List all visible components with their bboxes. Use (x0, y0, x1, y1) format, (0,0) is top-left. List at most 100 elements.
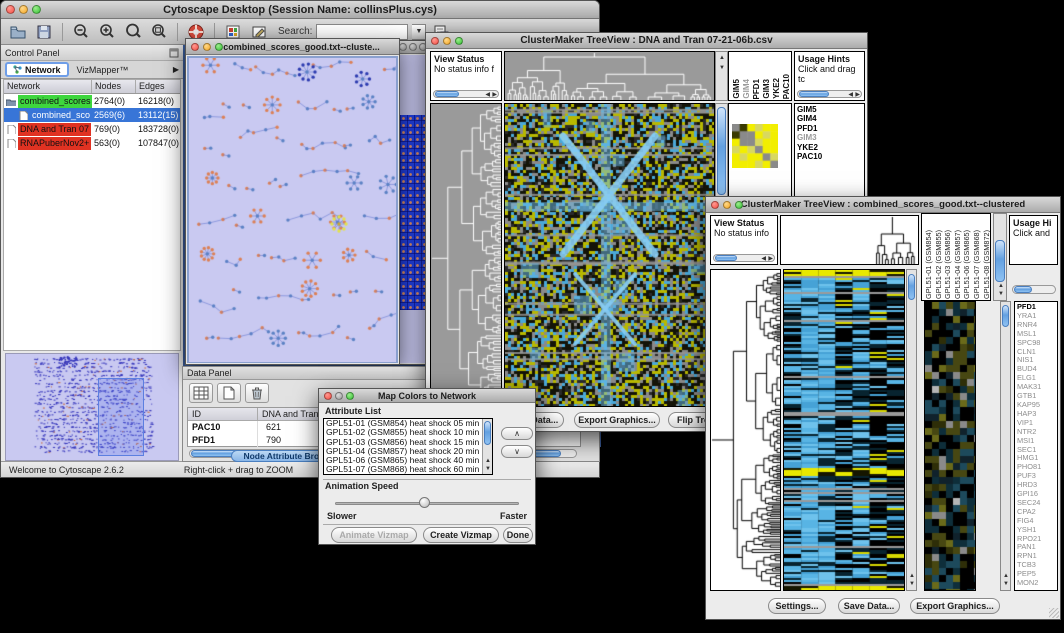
column-label[interactable]: GIM4 (742, 79, 751, 99)
tab-overflow-arrow[interactable]: ▶ (173, 65, 179, 74)
treeview1-row-dendrogram[interactable] (430, 103, 502, 407)
column-label[interactable]: GPL51-06 (GSM865) (962, 230, 972, 299)
zoom-window-icon[interactable] (32, 5, 41, 14)
column-label[interactable]: PFD1 (752, 79, 761, 99)
zoom-window-icon[interactable] (735, 201, 743, 209)
attribute-list-item[interactable]: GPL51-07 (GSM868) heat shock 60 min (324, 465, 492, 474)
column-label[interactable]: GPL51-02 (GSM855) (934, 230, 944, 299)
scroll-down-icon[interactable]: ▼ (909, 580, 915, 588)
close-icon[interactable] (431, 37, 439, 45)
network-overview-panel[interactable] (5, 353, 179, 461)
column-label[interactable]: PAC10 (782, 74, 791, 99)
gene-label[interactable]: PAC10 (795, 152, 864, 161)
scroll-right-icon[interactable]: ▶ (855, 91, 860, 99)
minimize-icon[interactable] (19, 5, 28, 14)
scroll-up-icon[interactable]: ▲ (1003, 572, 1009, 580)
main-titlebar[interactable]: Cytoscape Desktop (Session Name: collins… (1, 1, 599, 19)
scroll-up-icon[interactable]: ▲ (719, 54, 725, 62)
delete-attribute-button[interactable] (245, 383, 269, 403)
treeview2-heatmap[interactable] (783, 269, 905, 591)
zoom-out-button[interactable] (70, 22, 92, 42)
zoom-in-button[interactable] (96, 22, 118, 42)
tab-network[interactable]: Network (5, 62, 69, 77)
treeview2-labels-scrollbar[interactable]: ▲ ▼ (993, 213, 1007, 301)
open-session-button[interactable] (7, 22, 29, 42)
done-button[interactable]: Done (503, 527, 533, 543)
treeview-button[interactable]: Save Data... (838, 598, 900, 614)
network-tree-row[interactable]: RNAPuberNov2+563(0)107847(0) (4, 136, 180, 150)
gene-label[interactable]: YKE2 (795, 143, 864, 152)
view-status-hscrollbar[interactable]: ◀ ▶ (713, 254, 775, 262)
column-label[interactable]: GPL51-01 (GSM854) (924, 230, 934, 299)
column-label[interactable]: GPL51-03 (GSM856) (943, 230, 953, 299)
network-tree-row[interactable]: DNA and Tran 07769(0)183728(0) (4, 122, 180, 136)
scroll-up-icon[interactable]: ▲ (909, 572, 915, 580)
scroll-right-icon[interactable]: ▶ (492, 91, 497, 99)
treeview1-column-scroll-strip[interactable]: ▲ ▼ (715, 51, 728, 101)
scroll-down-icon[interactable]: ▼ (998, 290, 1004, 298)
move-down-button[interactable]: ∨ (501, 445, 533, 458)
treeview2-column-dendrogram[interactable] (780, 215, 919, 265)
select-attributes-button[interactable] (189, 383, 213, 403)
scroll-left-icon[interactable]: ◀ (761, 255, 766, 263)
treeview2-vscrollbar[interactable]: ▲ ▼ (906, 269, 917, 591)
close-icon[interactable] (399, 43, 407, 51)
minimize-icon[interactable] (203, 43, 211, 51)
scroll-down-icon[interactable]: ▼ (1003, 580, 1009, 588)
zoom-window-icon[interactable] (455, 37, 463, 45)
gene-label[interactable]: GIM5 (795, 105, 864, 114)
close-icon[interactable] (191, 43, 199, 51)
float-panel-icon[interactable] (169, 48, 179, 58)
scroll-up-icon[interactable]: ▲ (998, 282, 1004, 290)
minimize-icon[interactable] (335, 392, 343, 400)
network-graph-canvas[interactable] (189, 58, 396, 362)
treeview-button[interactable]: Settings... (768, 598, 826, 614)
scroll-up-icon[interactable]: ▲ (485, 457, 491, 465)
column-label[interactable]: GPL51-04 (GSM857) (953, 230, 963, 299)
close-icon[interactable] (711, 201, 719, 209)
network-tree-row[interactable]: combined_sco2569(6)13112(15) (4, 108, 180, 122)
scroll-left-icon[interactable]: ◀ (848, 91, 853, 99)
treeview-button[interactable]: Export Graphics... (574, 412, 660, 428)
map-colors-titlebar[interactable]: Map Colors to Network (319, 389, 535, 403)
gene-label[interactable]: GIM4 (795, 114, 864, 123)
column-label[interactable]: YKE2 (772, 78, 781, 99)
zoom-selected-button[interactable] (122, 22, 144, 42)
zoom-window-icon[interactable] (215, 43, 223, 51)
usage-hints-hscrollbar[interactable]: ◀ ▶ (797, 90, 862, 98)
treeview2-zoom-heatmap[interactable] (924, 301, 976, 591)
slider-thumb[interactable] (419, 497, 430, 508)
treeview1-column-dendrogram[interactable] (504, 51, 715, 101)
treeview2-zoom-scrollbar[interactable]: ▲ ▼ (1000, 301, 1011, 591)
minimize-icon[interactable] (409, 43, 417, 51)
create-attribute-button[interactable] (217, 383, 241, 403)
column-label[interactable]: GIM5 (732, 79, 741, 99)
column-label[interactable]: GIM3 (762, 79, 771, 99)
gene-label[interactable]: PFD1 (795, 124, 864, 133)
overview-viewport-rect[interactable] (98, 378, 144, 456)
column-label[interactable]: GPL51-08 (GSM872) (982, 230, 991, 299)
resize-grip[interactable] (1049, 608, 1059, 618)
treeview1-heatmap[interactable] (504, 103, 715, 407)
zoom-window-icon[interactable] (346, 392, 354, 400)
usage-hints-hscrollbar[interactable] (1012, 285, 1056, 294)
gene-label[interactable]: GIM3 (795, 133, 864, 142)
scroll-down-icon[interactable]: ▼ (485, 465, 491, 473)
column-label[interactable]: GPL51-07 (GSM868) (972, 230, 982, 299)
network-tree-row[interactable]: combined_scores2764(0)16218(0) (4, 94, 180, 108)
zoom-fit-button[interactable] (148, 22, 170, 42)
scroll-right-icon[interactable]: ▶ (768, 255, 773, 263)
minimize-icon[interactable] (723, 201, 731, 209)
view-status-hscrollbar[interactable]: ◀ ▶ (433, 90, 499, 98)
treeview2-row-dendrogram[interactable] (710, 269, 781, 591)
similarity-matrix-thumbnail[interactable] (732, 124, 778, 168)
close-icon[interactable] (6, 5, 15, 14)
save-session-button[interactable] (33, 22, 55, 42)
tab-vizmapper[interactable]: VizMapper™ (69, 65, 137, 75)
scroll-left-icon[interactable]: ◀ (485, 91, 490, 99)
create-vizmap-button[interactable]: Create Vizmap (423, 527, 499, 543)
treeview2-titlebar[interactable]: ClusterMaker TreeView : combined_scores_… (706, 197, 1060, 213)
gene-label[interactable]: MON2 (1015, 579, 1057, 588)
attribute-listbox[interactable]: GPL51-01 (GSM854) heat shock 05 minGPL51… (323, 418, 493, 475)
network-view-titlebar[interactable]: combined_scores_good.txt--cluste... (186, 39, 399, 55)
